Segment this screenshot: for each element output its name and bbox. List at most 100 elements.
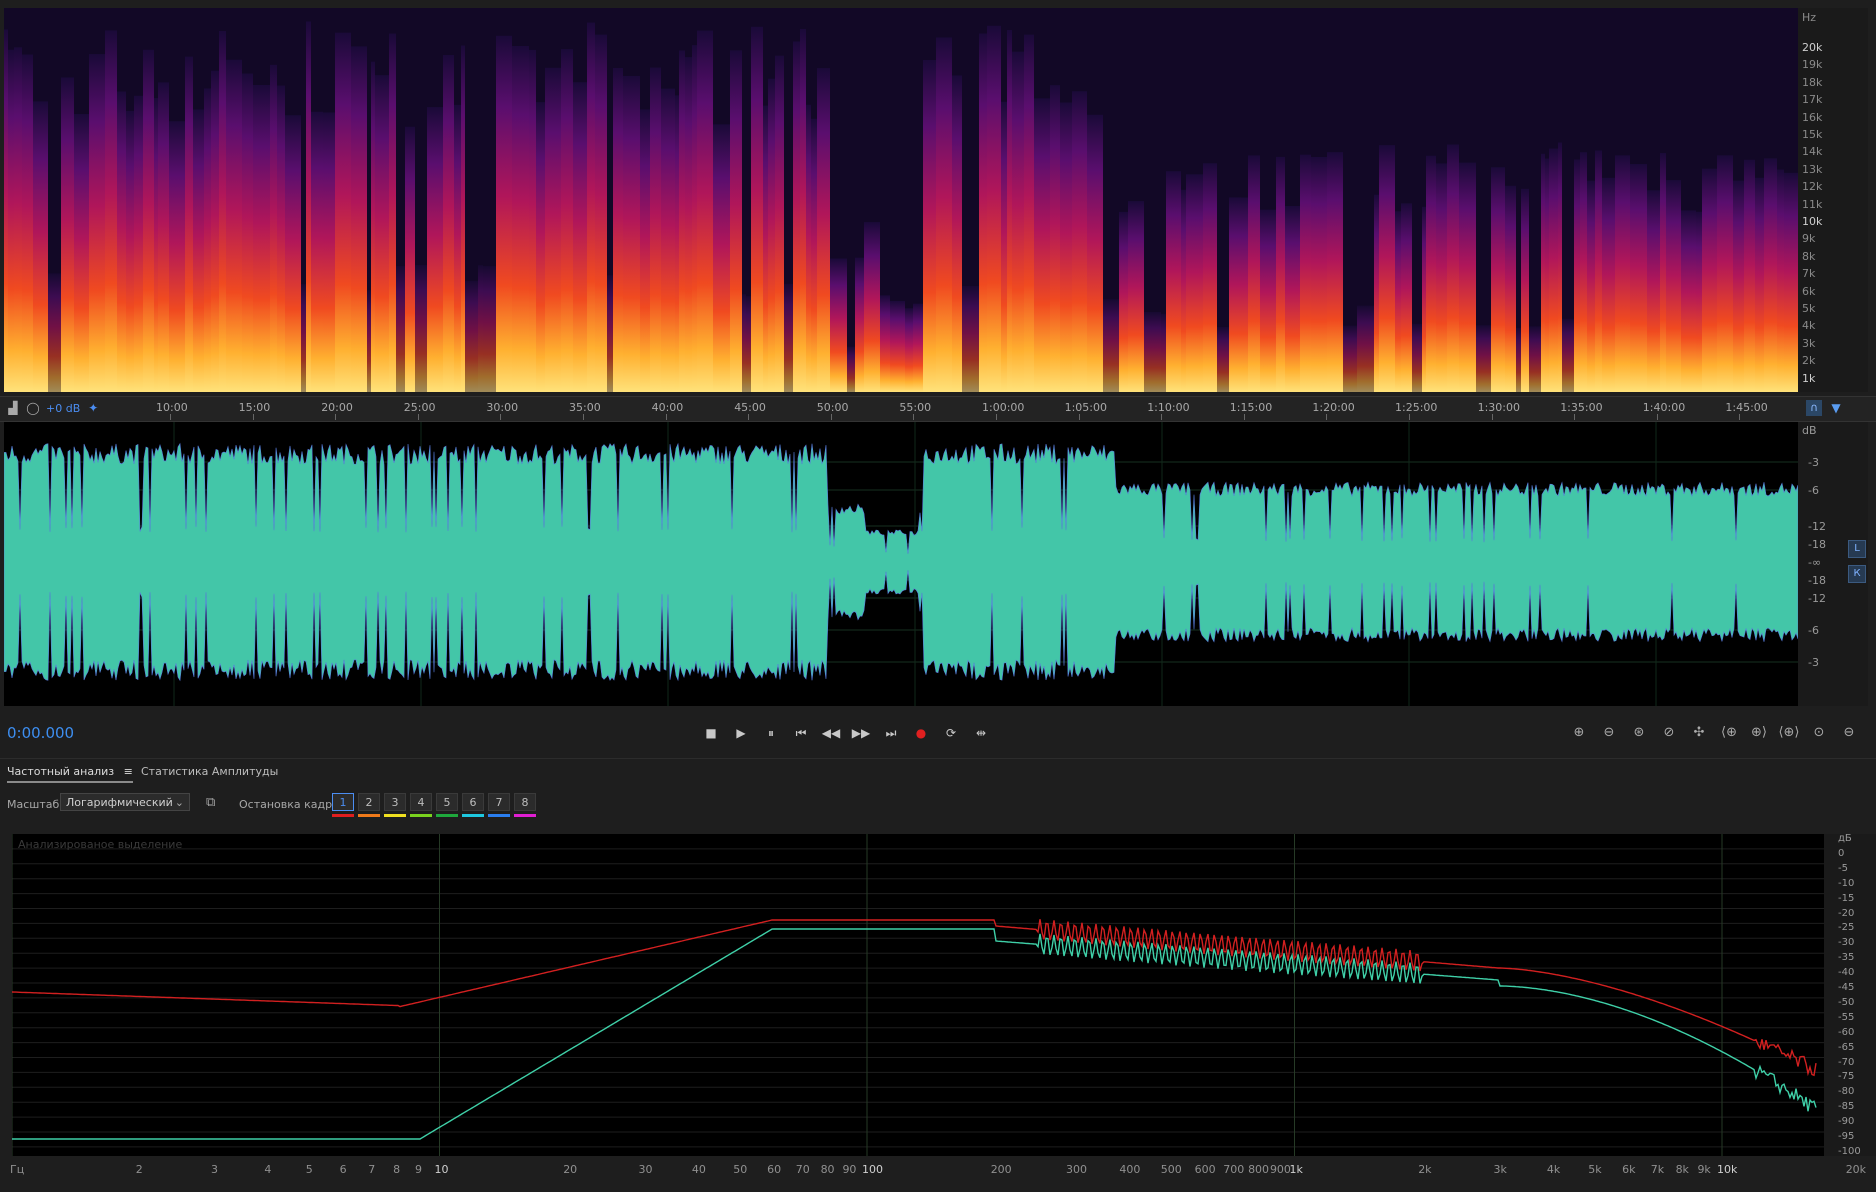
spectrum-hz-tick: 5 xyxy=(305,1163,313,1176)
tab-frequency-label: Частотный анализ xyxy=(7,765,115,778)
zoom-out-full-icon[interactable]: ⊖ xyxy=(1838,723,1860,743)
freeze-frame-2-button[interactable]: 2 xyxy=(358,793,380,811)
spectrogram-band xyxy=(1764,158,1777,392)
time-tick-mark xyxy=(252,414,254,420)
time-tick-label: 1:00:00 xyxy=(982,401,1025,414)
time-tick-label: 1:05:00 xyxy=(1064,401,1107,414)
pin-icon[interactable]: ✦ xyxy=(86,401,100,415)
spectrogram-band xyxy=(1558,142,1562,392)
spectrogram-band xyxy=(536,102,545,392)
freeze-frame-color-swatch xyxy=(514,814,536,817)
freeze-frame-7-button[interactable]: 7 xyxy=(488,793,510,811)
skip-start-icon[interactable]: ⏮ xyxy=(790,723,812,743)
spectrum-hz-tick: 3 xyxy=(210,1163,218,1176)
spectrogram-band xyxy=(595,34,607,392)
channel-left-toggle[interactable]: L xyxy=(1848,540,1866,558)
play-icon[interactable]: ▶ xyxy=(730,723,752,743)
spectrum-hz-tick: 40 xyxy=(691,1163,706,1176)
marker-icon[interactable]: ▼ xyxy=(1828,400,1844,416)
spectrogram-band xyxy=(204,88,211,392)
spectrum-db-tick: 0 xyxy=(1838,847,1845,859)
zoom-in-time-icon[interactable]: ⊙ xyxy=(1808,723,1830,743)
spectrogram-band xyxy=(1300,154,1311,392)
pause-icon[interactable]: ⏸ xyxy=(760,723,782,743)
zoom-in-both-icon[interactable]: ⟨⊕⟩ xyxy=(1778,723,1800,743)
zoom-fit-icon[interactable]: ✣ xyxy=(1688,723,1710,743)
rewind-icon[interactable]: ◀◀ xyxy=(820,723,842,743)
spectrogram-band xyxy=(679,50,685,392)
spectrum-hz-tick: 90 xyxy=(842,1163,857,1176)
spectral-frequency-display[interactable] xyxy=(4,8,1798,392)
waveform-display[interactable] xyxy=(4,422,1798,706)
freeze-frame-3-button[interactable]: 3 xyxy=(384,793,406,811)
spectrogram-band xyxy=(1343,325,1357,392)
spectrogram-band xyxy=(847,346,855,392)
amplitude-ruler: dB -3 -6 -12 -18 -∞ -18 -12 -6 -3 L К xyxy=(1798,422,1868,706)
zoom-out-amplitude-icon[interactable]: ⊖ xyxy=(1598,723,1620,743)
zoom-reset-icon[interactable]: ⊘ xyxy=(1658,723,1680,743)
spectrogram-band xyxy=(323,112,335,392)
time-tick-label: 30:00 xyxy=(486,401,519,414)
analysis-panel-tabs: Частотный анализ ≡ Статистика Амплитуды xyxy=(0,758,1876,787)
spectrogram-band xyxy=(1229,197,1241,392)
spectrogram-band xyxy=(800,28,806,392)
time-tick-label: 1:15:00 xyxy=(1229,401,1273,414)
spectrogram-band xyxy=(1276,156,1285,392)
spectrogram-band xyxy=(367,290,371,392)
fast-forward-icon[interactable]: ▶▶ xyxy=(850,723,872,743)
tab-amplitude-statistics[interactable]: Статистика Амплитуды xyxy=(141,765,278,778)
waveform-canvas[interactable] xyxy=(4,422,1798,706)
freeze-frame-6-button[interactable]: 6 xyxy=(462,793,484,811)
spectrogram-band xyxy=(1784,172,1798,392)
freeze-frame-5-button[interactable]: 5 xyxy=(436,793,458,811)
scale-dropdown[interactable]: Логарифмический ⌄ xyxy=(60,793,190,811)
channel-right-toggle[interactable]: К xyxy=(1848,565,1866,583)
level-meter-icon[interactable]: ▟ xyxy=(6,401,20,415)
spectrum-hz-tick: 8k xyxy=(1675,1163,1689,1176)
tab-frequency-analysis[interactable]: Частотный анализ ≡ xyxy=(7,765,133,783)
spectrogram-band xyxy=(979,33,987,392)
record-icon[interactable]: ● xyxy=(910,723,932,743)
spectrum-db-tick: -10 xyxy=(1838,877,1855,889)
zoom-in-left-icon[interactable]: ⟨⊕ xyxy=(1718,723,1740,743)
freeze-frame-1-button[interactable]: 1 xyxy=(332,793,354,811)
transport-bar: 0:00.000 ■ ▶ ⏸ ⏮ ◀◀ ▶▶ ⏭ ● ⟳ ⇹ ⊕ ⊖ ⊛ ⊘ ✣ ⟨⊕ ⊕⟩ ⟨⊕⟩ ⊙ ⊖ xyxy=(0,718,1876,748)
hz-tick: 5k xyxy=(1802,302,1816,315)
scale-value: Логарифмический xyxy=(66,796,173,809)
spectrum-hz-tick: 700 xyxy=(1223,1163,1245,1176)
skip-end-icon[interactable]: ⏭ xyxy=(880,723,902,743)
spectrogram-band xyxy=(1241,197,1248,392)
spectrogram-band xyxy=(817,68,830,392)
spectrum-db-tick: -20 xyxy=(1838,907,1855,919)
panel-menu-icon[interactable]: ≡ xyxy=(124,765,133,778)
stop-icon[interactable]: ■ xyxy=(700,723,722,743)
spectrogram-band xyxy=(1660,153,1666,392)
spectrogram-band xyxy=(375,75,389,392)
spectrogram-band xyxy=(1024,34,1034,392)
time-tick-mark xyxy=(170,414,171,420)
freeze-frame-4-button[interactable]: 4 xyxy=(410,793,432,811)
skip-selection-icon[interactable]: ⇹ xyxy=(970,723,992,743)
scale-label: Масштаб: xyxy=(7,798,63,811)
copy-frame-icon[interactable]: ⧉ xyxy=(206,795,215,810)
spectrum-db-tick: -35 xyxy=(1838,952,1855,964)
zoom-selection-icon[interactable]: ⊛ xyxy=(1628,723,1650,743)
time-tick-label: 40:00 xyxy=(651,401,684,414)
loop-icon[interactable]: ⟳ xyxy=(940,723,962,743)
freeze-frame-8-button[interactable]: 8 xyxy=(514,793,536,811)
zoom-in-right-icon[interactable]: ⊕⟩ xyxy=(1748,723,1770,743)
frequency-spectrum-graph[interactable]: Анализированое выделение xyxy=(12,834,1824,1156)
db-tick: -18 xyxy=(1808,538,1826,551)
spectrum-hz-tick: 6 xyxy=(339,1163,347,1176)
zoom-in-amplitude-icon[interactable]: ⊕ xyxy=(1568,723,1590,743)
current-time-display[interactable]: 0:00.000 xyxy=(7,724,74,742)
headphones-icon[interactable]: ∩ xyxy=(1806,400,1822,416)
spectrogram-band xyxy=(301,284,306,392)
time-ruler[interactable]: 10:00 15:00 20:00 25:00 30:00 35:00 40:00 45:00… xyxy=(0,396,1876,422)
gain-readout[interactable]: +0 dB xyxy=(46,402,80,415)
spectrogram-band xyxy=(730,50,742,392)
gain-knob-icon[interactable]: ◯ xyxy=(26,401,40,415)
spectrogram-band xyxy=(806,104,811,392)
spectrogram-canvas[interactable] xyxy=(4,8,1798,392)
spectrogram-band xyxy=(1505,185,1516,392)
